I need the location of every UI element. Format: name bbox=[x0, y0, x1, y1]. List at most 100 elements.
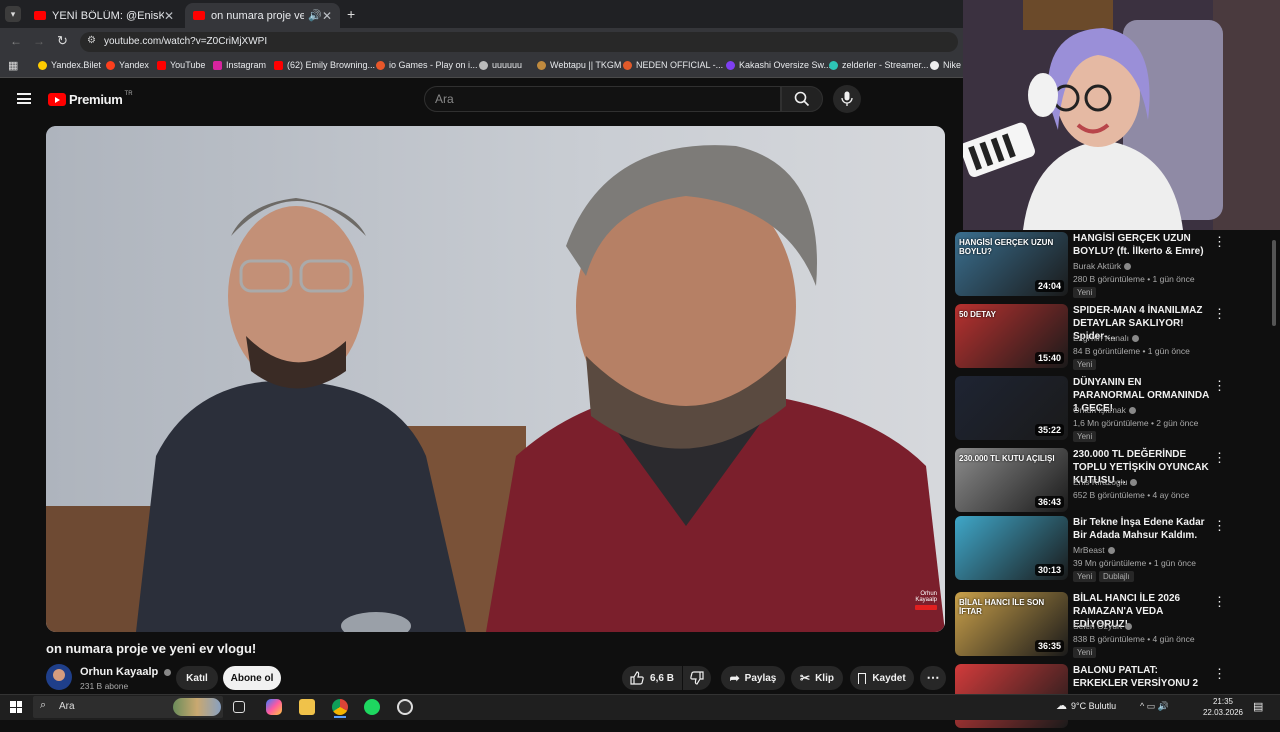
reload-icon[interactable]: ↻ bbox=[57, 33, 68, 49]
video-watermark: Orhun Kayaalp bbox=[897, 591, 937, 610]
video-title: on numara proje ve yeni ev vlogu! bbox=[46, 641, 257, 656]
bookmark-uuuuuu[interactable]: uuuuuu bbox=[479, 60, 522, 70]
recommendation-meta: 838 B görüntüleme • 4 gün önce bbox=[1073, 634, 1195, 644]
join-button[interactable]: Katıl bbox=[176, 666, 218, 690]
recommendation-channel[interactable]: Orkun Işıtmak bbox=[1073, 405, 1136, 415]
bookmark-label: Kakashi Oversize Sw... bbox=[739, 60, 832, 70]
recommendation-channel[interactable]: Selen Özyurt bbox=[1073, 621, 1133, 631]
search-button[interactable] bbox=[781, 86, 823, 112]
youtube-icon bbox=[193, 11, 205, 20]
recommendation-item[interactable]: 35:22 DÜNYANIN EN PARANORMAL ORMANINDA 1 … bbox=[955, 376, 1275, 444]
apps-icon[interactable]: ▦ bbox=[8, 59, 18, 72]
taskbar-search[interactable]: ⌕ Ara bbox=[33, 696, 223, 718]
like-count: 6,6 B bbox=[650, 672, 674, 684]
recommendation-title[interactable]: HANGİSİ GERÇEK UZUN BOYLU? (ft. İlkerto … bbox=[1073, 232, 1211, 258]
bookmark-yandex-bilet[interactable]: Yandex.Bilet bbox=[38, 60, 101, 70]
menu-icon[interactable] bbox=[17, 93, 31, 104]
dislike-button[interactable] bbox=[683, 666, 711, 690]
more-actions-button[interactable]: ⋯ bbox=[920, 666, 946, 690]
video-thumbnail[interactable]: 35:22 bbox=[955, 376, 1068, 440]
like-button[interactable]: 6,6 B bbox=[622, 666, 682, 690]
file-explorer-icon[interactable] bbox=[299, 699, 315, 715]
bookmark-yandex[interactable]: Yandex bbox=[106, 60, 149, 70]
more-options-icon[interactable]: ⋮ bbox=[1213, 594, 1226, 610]
weather-widget[interactable]: ☁ 9°C Bulutlu bbox=[1056, 699, 1116, 712]
close-tab-icon[interactable]: ✕ bbox=[322, 9, 332, 23]
share-button[interactable]: ➦ Paylaş bbox=[721, 666, 785, 690]
bookmark-instagram[interactable]: Instagram bbox=[213, 60, 266, 70]
more-options-icon[interactable]: ⋮ bbox=[1213, 518, 1226, 534]
more-options-icon[interactable]: ⋮ bbox=[1213, 666, 1226, 682]
video-thumbnail[interactable]: BİLAL HANCI İLE SON İFTAR 36:35 bbox=[955, 592, 1068, 656]
share-label: Paylaş bbox=[744, 672, 777, 684]
video-thumbnail[interactable]: 50 DETAY 15:40 bbox=[955, 304, 1068, 368]
bookmark-emily[interactable]: (62) Emily Browning... bbox=[274, 60, 375, 70]
verified-icon bbox=[1125, 623, 1133, 631]
tab-1[interactable]: YENİ BÖLÜM: @EnisKirazogluvlo ✕ bbox=[26, 3, 182, 28]
channel-name[interactable]: Orhun Kayaalp bbox=[80, 666, 172, 678]
subscribe-button[interactable]: Abone ol bbox=[223, 666, 281, 690]
copilot-icon[interactable] bbox=[266, 699, 282, 715]
new-tab-button[interactable]: + bbox=[347, 6, 355, 22]
clock[interactable]: 21:35 22.03.2026 bbox=[1200, 696, 1246, 718]
youtube-logo[interactable]: Premium TR bbox=[48, 91, 133, 107]
recommendation-item[interactable]: 30:13 Bir Tekne İnşa Edene Kadar Bir Adad… bbox=[955, 516, 1275, 584]
bookmark-neden[interactable]: NEDEN OFFICIAL -... bbox=[623, 60, 723, 70]
windows-start-icon[interactable] bbox=[10, 701, 22, 713]
more-options-icon[interactable]: ⋮ bbox=[1213, 306, 1226, 322]
bookmark-zelderler[interactable]: zelderler - Streamer... bbox=[829, 60, 929, 70]
video-thumbnail[interactable]: 30:13 bbox=[955, 516, 1068, 580]
more-options-icon[interactable]: ⋮ bbox=[1213, 450, 1226, 466]
search-highlight-image bbox=[173, 698, 221, 716]
video-duration: 35:22 bbox=[1034, 424, 1064, 436]
notifications-icon[interactable]: ▤ bbox=[1253, 700, 1263, 713]
video-thumbnail[interactable]: 230.000 TL KUTU AÇILIŞI 36:43 bbox=[955, 448, 1068, 512]
bookmark-label: Yandex.Bilet bbox=[51, 60, 101, 70]
recommendation-item[interactable]: HANGİSİ GERÇEK UZUN BOYLU? 24:04 HANGİSİ G… bbox=[955, 232, 1275, 300]
video-player[interactable]: Orhun Kayaalp bbox=[46, 126, 945, 632]
recommendation-channel[interactable]: Burak Aktürk bbox=[1073, 261, 1132, 271]
clip-button[interactable]: ✂ Klip bbox=[791, 666, 843, 690]
new-badge: Yeni bbox=[1073, 647, 1097, 658]
bookmark-kakashi[interactable]: Kakashi Oversize Sw... bbox=[726, 60, 831, 70]
search-input[interactable]: Ara bbox=[424, 86, 781, 112]
bookmark-io-games[interactable]: io Games - Play on i... bbox=[376, 60, 478, 70]
close-tab-icon[interactable]: ✕ bbox=[164, 9, 174, 23]
obs-icon[interactable] bbox=[397, 699, 413, 715]
back-icon[interactable]: ← bbox=[10, 34, 22, 48]
channel-name-text: Orhun Kayaalp bbox=[80, 666, 159, 678]
url-text[interactable]: youtube.com/watch?v=Z0CriMjXWPI bbox=[104, 36, 267, 47]
voice-search-button[interactable] bbox=[833, 85, 861, 113]
tab-search-button[interactable]: ▾ bbox=[5, 6, 21, 22]
chrome-icon[interactable] bbox=[332, 699, 348, 715]
recommendation-item[interactable]: 230.000 TL KUTU AÇILIŞI 36:43 230.000 TL D… bbox=[955, 448, 1275, 516]
forward-icon[interactable]: → bbox=[33, 34, 45, 48]
video-thumbnail[interactable]: HANGİSİ GERÇEK UZUN BOYLU? 24:04 bbox=[955, 232, 1068, 296]
save-button[interactable]: Kaydet bbox=[850, 666, 914, 690]
more-options-icon[interactable]: ⋮ bbox=[1213, 234, 1226, 250]
bookmark-nike[interactable]: Nike bbox=[930, 60, 961, 70]
bookmark-webtapu[interactable]: Webtapu || TKGM bbox=[537, 60, 621, 70]
subscribe-label: Abone ol bbox=[230, 672, 274, 684]
system-tray[interactable]: ^ ▭ 🔊 bbox=[1140, 701, 1169, 712]
channel-avatar[interactable] bbox=[46, 664, 72, 690]
recommendation-channel[interactable]: Ezgi'nin Kanalı bbox=[1073, 333, 1139, 343]
task-view-icon[interactable] bbox=[233, 701, 245, 713]
audio-playing-icon[interactable]: 🔊 bbox=[308, 9, 322, 22]
clock-date: 22.03.2026 bbox=[1202, 708, 1244, 717]
recommendation-channel[interactable]: MrBeast bbox=[1073, 545, 1115, 555]
spotify-icon[interactable] bbox=[364, 699, 380, 715]
recommendation-item[interactable]: 50 DETAY 15:40 SPIDER-MAN 4 İNANILMAZ DETA… bbox=[955, 304, 1275, 372]
address-bar[interactable]: ⚙ youtube.com/watch?v=Z0CriMjXWPI bbox=[80, 32, 958, 52]
bookmark-youtube[interactable]: YouTube bbox=[157, 60, 205, 70]
active-app-indicator bbox=[334, 716, 346, 718]
more-options-icon[interactable]: ⋮ bbox=[1213, 378, 1226, 394]
recommendation-title[interactable]: Bir Tekne İnşa Edene Kadar Bir Adada Mah… bbox=[1073, 516, 1211, 542]
sidebar-scrollbar[interactable] bbox=[1272, 240, 1276, 326]
recommendation-channel[interactable]: Enis Kirazoglu bbox=[1073, 477, 1138, 487]
recommendation-title[interactable]: BALONU PATLAT: ERKEKLER VERSİYONU 2 bbox=[1073, 664, 1211, 690]
microphone-icon bbox=[841, 91, 853, 106]
tab-2[interactable]: on numara proje ve yeni ev 🔊 ✕ bbox=[185, 3, 340, 28]
site-info-icon[interactable]: ⚙ bbox=[87, 35, 96, 46]
recommendation-item[interactable]: BİLAL HANCI İLE SON İFTAR 36:35 BİLAL HANC… bbox=[955, 592, 1275, 660]
